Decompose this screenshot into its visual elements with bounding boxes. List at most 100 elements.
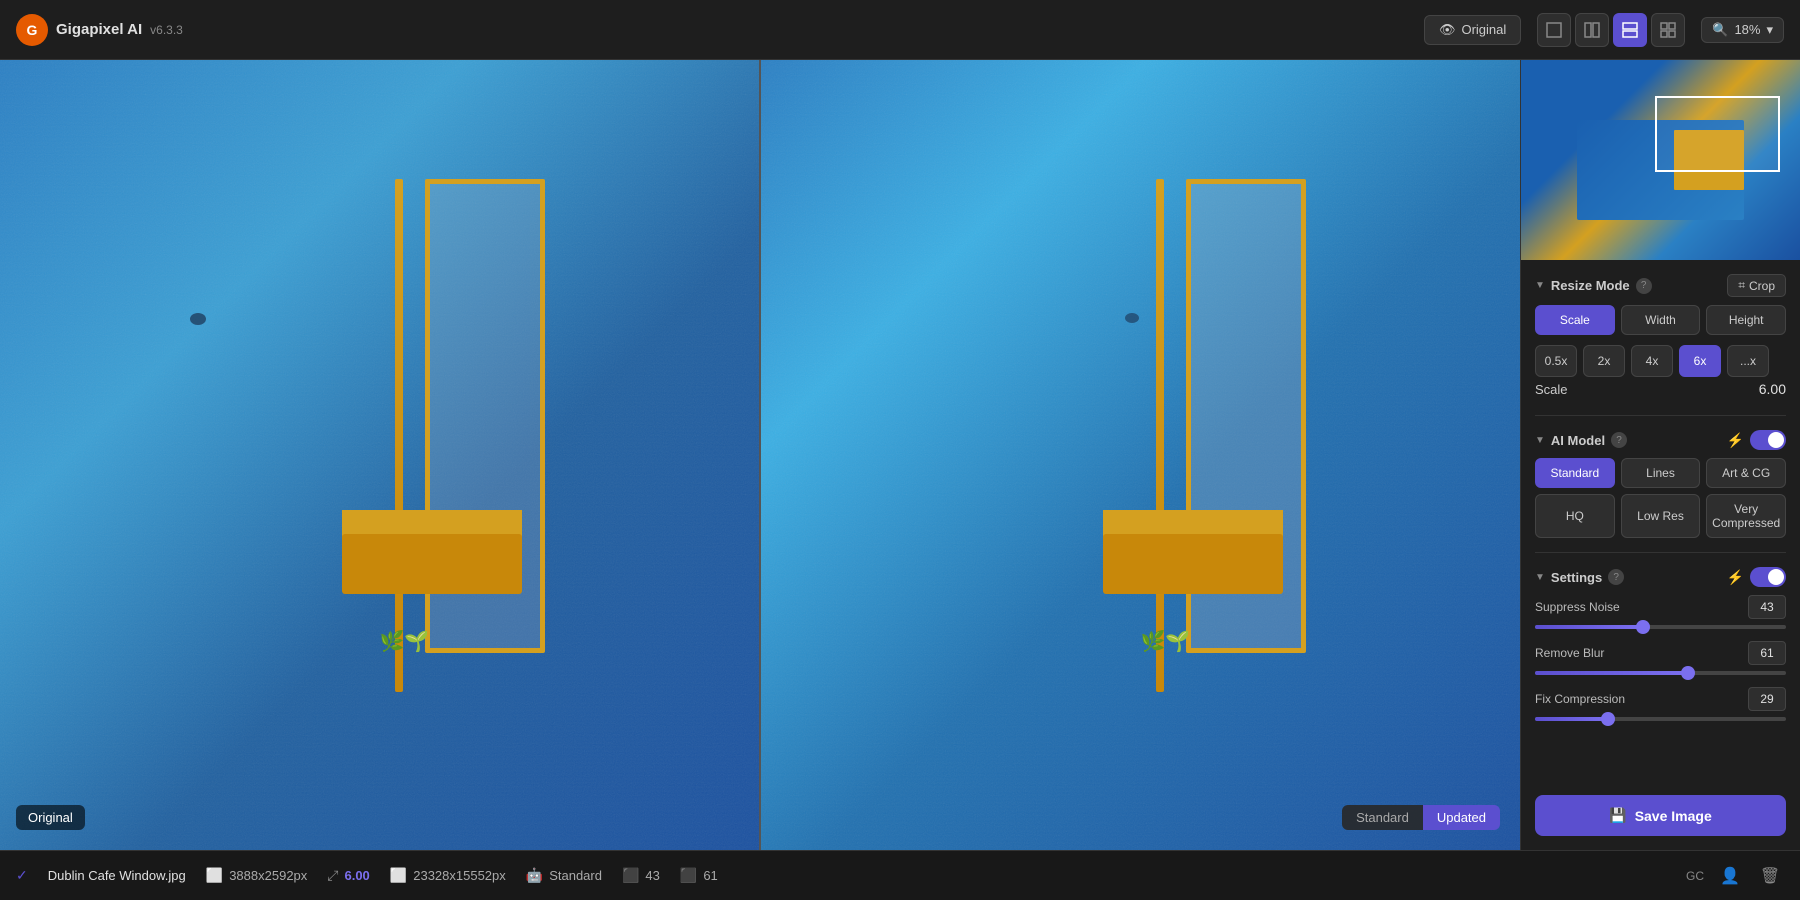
crop-button[interactable]: ⌗ Crop — [1727, 274, 1786, 297]
app-name: Gigapixel AI — [56, 21, 142, 38]
blur-status-icon: ⬛ — [680, 867, 697, 884]
main-area: 🌿🌱 Original 🌿🌱 Standar — [0, 60, 1800, 850]
right-panel-controls: ▼ Resize Mode ? ⌗ Crop Scale Width Heigh… — [1520, 60, 1800, 850]
suppress-noise-row: Suppress Noise 43 — [1535, 595, 1786, 629]
ai-lightning-icon: ⚡ — [1727, 432, 1744, 449]
dimensions-icon: ⬜ — [206, 867, 223, 884]
settings-help[interactable]: ? — [1608, 569, 1624, 585]
settings-section: ▼ Settings ? ⚡ Suppress Noise 43 — [1535, 567, 1786, 721]
zoom-level: 18% — [1734, 22, 1760, 37]
model-lowres-btn[interactable]: Low Res — [1621, 494, 1701, 538]
ai-model-toggle[interactable] — [1750, 430, 1786, 450]
ai-model-title: AI Model — [1551, 433, 1605, 448]
right-panel: 🌿🌱 Standard Updated — [761, 60, 1520, 850]
ai-model-row2: HQ Low Res Very Compressed — [1535, 494, 1786, 538]
suppress-noise-thumb[interactable] — [1636, 620, 1650, 634]
view-splith-btn[interactable] — [1613, 13, 1647, 47]
resize-mode-section: ▼ Resize Mode ? ⌗ Crop Scale Width Heigh… — [1535, 274, 1786, 401]
mode-scale-btn[interactable]: Scale — [1535, 305, 1615, 335]
remove-blur-fill — [1535, 671, 1688, 675]
processed-image: 🌿🌱 — [761, 60, 1520, 850]
person-icon[interactable]: 👤 — [1716, 862, 1744, 890]
mode-width-btn[interactable]: Width — [1621, 305, 1701, 335]
original-button[interactable]: 👁 Original — [1424, 15, 1521, 45]
cc-label: GC — [1686, 869, 1704, 883]
delete-icon[interactable]: 🗑 — [1756, 862, 1784, 890]
scale-value-row: Scale 6.00 — [1535, 377, 1786, 401]
scale-presets: 0.5x 2x 4x 6x ...x — [1535, 345, 1786, 377]
status-original-res: ⬜ 3888x2592px — [206, 867, 308, 884]
eye-icon: 👁 — [1439, 22, 1456, 38]
remove-blur-value[interactable]: 61 — [1748, 641, 1786, 665]
fix-compression-row: Fix Compression 29 — [1535, 687, 1786, 721]
output-icon: ⬜ — [390, 867, 407, 884]
ai-model-arrow[interactable]: ▼ — [1535, 435, 1545, 446]
model-verycompressed-btn[interactable]: Very Compressed — [1706, 494, 1786, 538]
scale-4x-btn[interactable]: 4x — [1631, 345, 1673, 377]
scale-value: 6.00 — [1759, 381, 1786, 397]
settings-toggle[interactable] — [1750, 567, 1786, 587]
status-badges: Standard Updated — [1342, 805, 1500, 830]
model-standard-btn[interactable]: Standard — [1535, 458, 1615, 488]
remove-blur-label-row: Remove Blur 61 — [1535, 641, 1786, 665]
statusbar: ✓ Dublin Cafe Window.jpg ⬜ 3888x2592px ⤢… — [0, 850, 1800, 900]
original-res-value: 3888x2592px — [229, 868, 307, 883]
resize-mode-help[interactable]: ? — [1636, 278, 1652, 294]
thumbnail-area — [1521, 60, 1800, 260]
model-art-cg-btn[interactable]: Art & CG — [1706, 458, 1786, 488]
scale-custom-btn[interactable]: ...x — [1727, 345, 1769, 377]
model-lines-btn[interactable]: Lines — [1621, 458, 1701, 488]
resize-mode-header: ▼ Resize Mode ? ⌗ Crop — [1535, 274, 1786, 297]
status-scale: ⤢ 6.00 — [327, 867, 370, 884]
status-noise: ⬛ 43 — [622, 867, 660, 884]
noise-value-status: 43 — [645, 868, 659, 883]
scale-value-status: 6.00 — [344, 868, 369, 883]
remove-blur-thumb[interactable] — [1681, 666, 1695, 680]
view-splitv-btn[interactable] — [1575, 13, 1609, 47]
zoom-control[interactable]: 🔍 18% ▾ — [1701, 17, 1784, 43]
crop-icon: ⌗ — [1738, 278, 1745, 293]
ai-model-help[interactable]: ? — [1611, 432, 1627, 448]
ai-model-header: ▼ AI Model ? ⚡ — [1535, 430, 1786, 450]
fix-compression-thumb[interactable] — [1601, 712, 1615, 726]
fix-compression-label: Fix Compression — [1535, 692, 1625, 706]
save-icon: 💾 — [1609, 807, 1626, 824]
thumbnail-image — [1521, 60, 1800, 260]
view-quad-btn[interactable] — [1651, 13, 1685, 47]
suppress-noise-value[interactable]: 43 — [1748, 595, 1786, 619]
resize-mode-arrow[interactable]: ▼ — [1535, 280, 1545, 291]
settings-arrow[interactable]: ▼ — [1535, 572, 1545, 583]
view-single-btn[interactable] — [1537, 13, 1571, 47]
suppress-noise-label-row: Suppress Noise 43 — [1535, 595, 1786, 619]
original-label: Original — [16, 805, 85, 830]
status-output-res: ⬜ 23328x15552px — [390, 867, 506, 884]
status-actions: GC 👤 🗑 — [1686, 862, 1784, 890]
fix-compression-slider[interactable] — [1535, 717, 1786, 721]
fix-compression-fill — [1535, 717, 1608, 721]
scale-6x-btn[interactable]: 6x — [1679, 345, 1721, 377]
scale-2x-btn[interactable]: 2x — [1583, 345, 1625, 377]
model-hq-btn[interactable]: HQ — [1535, 494, 1615, 538]
zoom-icon: 🔍 — [1712, 22, 1728, 38]
scale-label: Scale — [1535, 382, 1568, 397]
image-panels: 🌿🌱 Original 🌿🌱 Standar — [0, 60, 1520, 850]
divider-1 — [1535, 415, 1786, 416]
save-image-button[interactable]: 💾 Save Image — [1535, 795, 1786, 836]
scale-05x-btn[interactable]: 0.5x — [1535, 345, 1577, 377]
suppress-noise-slider[interactable] — [1535, 625, 1786, 629]
suppress-noise-fill — [1535, 625, 1643, 629]
app-version: v6.3.3 — [150, 23, 183, 37]
output-res-value: 23328x15552px — [413, 868, 506, 883]
status-model: 🤖 Standard — [526, 867, 602, 884]
model-icon: 🤖 — [526, 867, 543, 884]
remove-blur-slider[interactable] — [1535, 671, 1786, 675]
chevron-down-icon: ▾ — [1766, 22, 1773, 38]
mode-height-btn[interactable]: Height — [1706, 305, 1786, 335]
original-image: 🌿🌱 — [0, 60, 759, 850]
app-logo: G — [16, 14, 48, 46]
remove-blur-row: Remove Blur 61 — [1535, 641, 1786, 675]
noise-status-icon: ⬛ — [622, 867, 639, 884]
view-mode-group — [1537, 13, 1685, 47]
divider-2 — [1535, 552, 1786, 553]
fix-compression-value[interactable]: 29 — [1748, 687, 1786, 711]
